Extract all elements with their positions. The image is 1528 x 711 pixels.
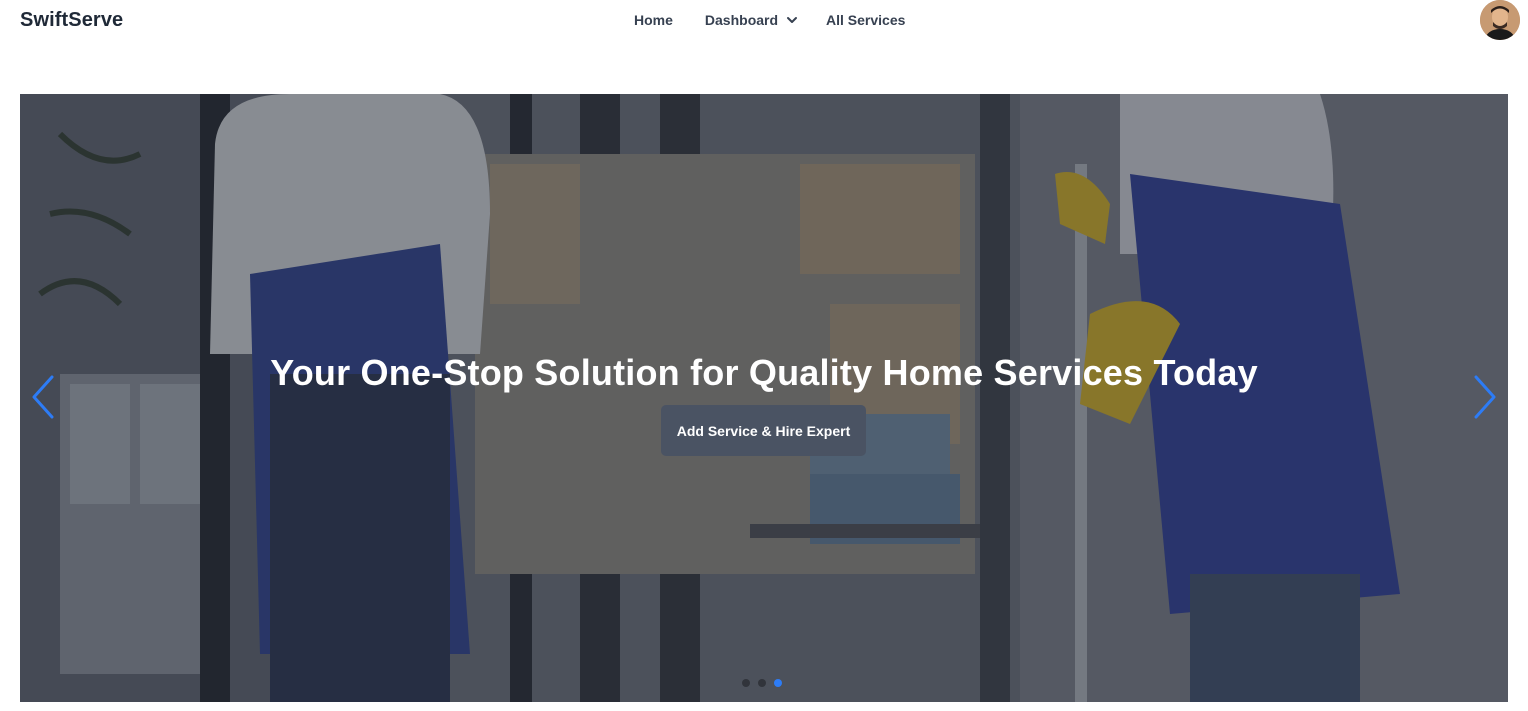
hero-overlay [20, 94, 1508, 702]
chevron-right-icon[interactable] [1470, 374, 1500, 420]
user-avatar[interactable] [1480, 0, 1520, 40]
carousel-pagination [742, 679, 782, 687]
brand-logo[interactable]: SwiftServe [20, 9, 123, 32]
nav-dashboard-label: Dashboard [704, 12, 779, 28]
nav-home-link[interactable]: Home [634, 12, 673, 28]
carousel-dot-3[interactable] [774, 679, 782, 687]
carousel-dot-1[interactable] [742, 679, 750, 687]
main-nav: Home Dashboard All Services [634, 12, 905, 28]
nav-dashboard-dropdown[interactable]: Dashboard [705, 12, 798, 28]
hero-carousel: Your One-Stop Solution for Quality Home … [20, 94, 1508, 702]
nav-all-services-link[interactable]: All Services [826, 12, 905, 28]
carousel-dot-2[interactable] [758, 679, 766, 687]
hero-title: Your One-Stop Solution for Quality Home … [270, 352, 1258, 393]
chevron-down-icon [787, 17, 798, 23]
navbar: SwiftServe Home Dashboard All Services [0, 0, 1528, 50]
user-photo [1480, 0, 1520, 40]
add-service-button[interactable]: Add Service & Hire Expert [661, 405, 866, 456]
chevron-left-icon[interactable] [28, 374, 58, 420]
